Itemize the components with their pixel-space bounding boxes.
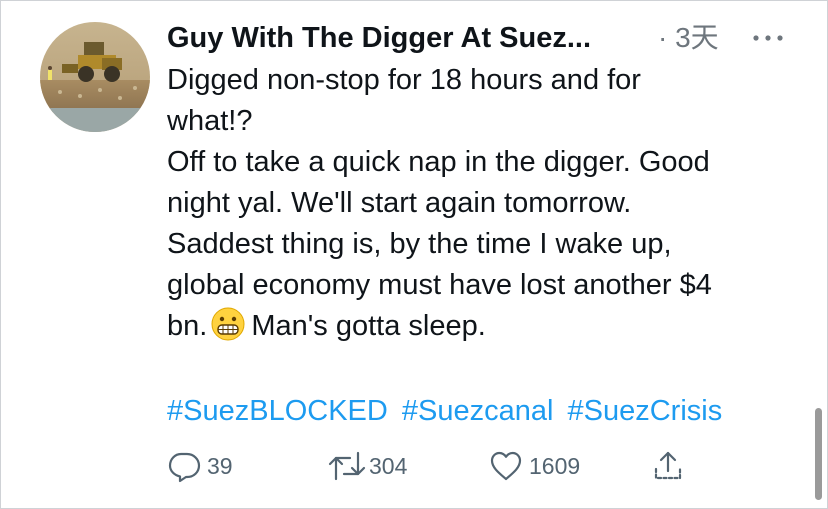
retweet-icon — [327, 449, 367, 483]
like-count: 1609 — [529, 452, 581, 479]
reply-count: 39 — [207, 452, 233, 479]
scrollbar[interactable] — [815, 408, 822, 500]
author-name[interactable]: Guy With The Digger At Suez... — [167, 20, 591, 56]
tweet-text-line: Saddest thing is, by the time I wake up, — [167, 228, 672, 260]
reply-button[interactable]: 39 — [167, 446, 233, 486]
share-button[interactable] — [651, 446, 685, 486]
hashtag-link[interactable]: #SuezCrisis — [568, 395, 723, 427]
hashtag-link[interactable]: #SuezBLOCKED — [167, 395, 388, 427]
like-button[interactable]: 1609 — [489, 446, 580, 486]
heart-icon — [489, 449, 523, 483]
retweet-count: 304 — [369, 452, 408, 479]
grimacing-face-emoji — [211, 307, 245, 341]
tweet-text: Digged non-stop for 18 hours and for wha… — [167, 60, 797, 347]
more-horizontal-icon[interactable] — [748, 22, 788, 52]
tweet-time[interactable]: · 3天 — [658, 20, 719, 56]
share-icon — [651, 449, 685, 483]
action-bar: 39 304 1609 — [167, 446, 727, 486]
tweet-text-line: bn. — [167, 310, 208, 342]
hashtag-row: #SuezBLOCKED #Suezcanal #SuezCrisis — [167, 391, 728, 431]
retweet-button[interactable]: 304 — [327, 446, 407, 486]
tweet-text-line: global economy must have lost another $4 — [167, 269, 712, 301]
tweet-text-line: what!? — [167, 105, 253, 137]
tweet-text-line: Man's gotta sleep. — [251, 310, 486, 342]
reply-icon — [167, 449, 201, 483]
tweet-text-line: night yal. We'll start again tomorrow. — [167, 187, 632, 219]
hashtag-link[interactable]: #Suezcanal — [402, 395, 554, 427]
avatar[interactable] — [40, 22, 150, 132]
tweet-text-line: Digged non-stop for 18 hours and for — [167, 64, 641, 96]
tweet-text-line: Off to take a quick nap in the digger. G… — [167, 146, 710, 178]
